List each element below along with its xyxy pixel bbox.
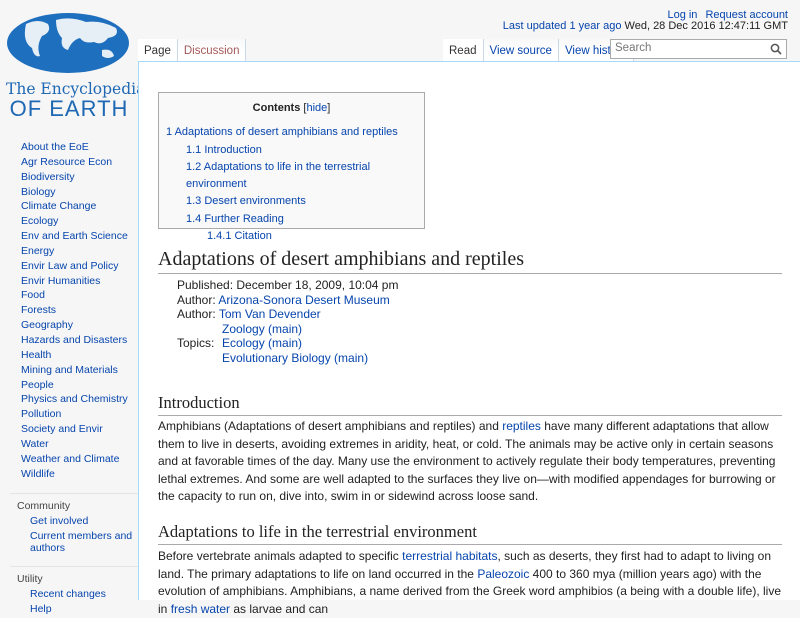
search-icon[interactable] xyxy=(770,43,782,55)
sidebar-item-recent-changes[interactable]: Recent changes xyxy=(10,588,140,600)
tab-read[interactable]: Read xyxy=(443,39,484,62)
sidebar-item-envir-law-and-policy[interactable]: Envir Law and Policy xyxy=(0,259,138,274)
published-date: Published: December 18, 2009, 10:04 pm xyxy=(177,278,399,292)
sidebar-item-envir-humanities[interactable]: Envir Humanities xyxy=(0,274,138,289)
utility-heading: Utility xyxy=(17,573,43,586)
site-logo[interactable]: The Encyclopedia OF EARTH xyxy=(6,12,145,121)
topics-label: Topics: xyxy=(177,335,215,350)
inline-link[interactable]: reptiles xyxy=(502,419,541,433)
sidebar-nav: About the EoE Agr Resource Econ Biodiversi… xyxy=(0,140,138,481)
inline-link[interactable]: fresh water xyxy=(171,602,230,616)
author-link[interactable]: Tom Van Devender xyxy=(219,307,321,321)
sidebar-item-get-involved[interactable]: Get involved xyxy=(10,515,140,527)
article-meta: Published: December 18, 2009, 10:04 pm A… xyxy=(177,278,398,365)
namespace-tabs: Page Discussion xyxy=(138,39,247,62)
sidebar-item-wildlife[interactable]: Wildlife xyxy=(0,467,138,482)
sidebar-item-weather-and-climate[interactable]: Weather and Climate xyxy=(0,452,138,467)
toc-item[interactable]: 1.3 Desert environments xyxy=(166,193,417,210)
inline-link[interactable]: terrestrial habitats xyxy=(402,549,497,563)
paragraph-text: Before vertebrate animals adapted to spe… xyxy=(158,549,403,563)
topic-link[interactable]: Ecology (main) xyxy=(222,336,368,351)
last-updated-date: Wed, 28 Dec 2016 12:47:11 GMT xyxy=(624,20,788,32)
search-placeholder: Search xyxy=(615,42,652,54)
toc-title: Contents xyxy=(252,102,301,114)
sidebar-item-water[interactable]: Water xyxy=(0,437,138,452)
toc-item[interactable]: 1.2 Adaptations to life in the terrestri… xyxy=(166,159,417,194)
sidebar-item-hazards-and-disasters[interactable]: Hazards and Disasters xyxy=(0,333,138,348)
tab-discussion[interactable]: Discussion xyxy=(177,39,247,62)
sidebar-item-forests[interactable]: Forests xyxy=(0,303,138,318)
author-label: Author: xyxy=(177,307,216,321)
content: Contents [hide] 1 Adaptations of desert … xyxy=(138,61,800,616)
section-heading-introduction: Introduction xyxy=(158,393,782,416)
logo-text-2: OF EARTH xyxy=(9,96,129,121)
toc-item[interactable]: 1 Adaptations of desert amphibians and r… xyxy=(166,124,417,141)
sidebar-item-society-and-envir[interactable]: Society and Envir xyxy=(0,422,138,437)
last-updated: Last updated 1 year ago Wed, 28 Dec 2016… xyxy=(503,20,788,32)
toc-item[interactable]: 1.4.1 Citation xyxy=(166,228,417,245)
paragraph-text: as larvae and can xyxy=(230,601,329,616)
topic-link[interactable]: Evolutionary Biology (main) xyxy=(222,351,368,366)
inline-link[interactable]: Paleozoic xyxy=(477,567,529,581)
community-heading: Community xyxy=(17,500,71,513)
author-label: Author: xyxy=(177,292,216,307)
sidebar-item-biodiversity[interactable]: Biodiversity xyxy=(0,170,138,185)
toc-item[interactable]: 1.1 Introduction xyxy=(166,142,417,159)
sidebar-item-energy[interactable]: Energy xyxy=(0,244,138,259)
sidebar-item-mining-and-materials[interactable]: Mining and Materials xyxy=(0,363,138,378)
toc-hide-link[interactable]: hide xyxy=(306,102,327,114)
sidebar-item-pollution[interactable]: Pollution xyxy=(0,407,138,422)
topic-link[interactable]: Zoology (main) xyxy=(222,322,368,337)
sidebar-item-about-the-eoe[interactable]: About the EoE xyxy=(0,140,138,155)
page-title: Adaptations of desert amphibians and rep… xyxy=(158,248,782,274)
sidebar-item-current-members[interactable]: Current members and authors xyxy=(10,530,140,554)
toc-item[interactable]: 1.4 Further Reading xyxy=(166,211,417,228)
sidebar-item-ecology[interactable]: Ecology xyxy=(0,214,138,229)
sidebar-item-food[interactable]: Food xyxy=(0,288,138,303)
tab-page[interactable]: Page xyxy=(138,39,178,62)
last-updated-label[interactable]: Last updated xyxy=(503,20,567,32)
table-of-contents: Contents [hide] 1 Adaptations of desert … xyxy=(158,92,425,242)
terrestrial-paragraph: Before vertebrate animals adapted to spe… xyxy=(158,548,784,618)
last-updated-ago[interactable]: 1 year ago xyxy=(569,20,621,32)
view-tabs: Read View source View history xyxy=(443,39,634,62)
sidebar-item-geography[interactable]: Geography xyxy=(0,318,138,333)
utility-portal: Utility Recent changes Help xyxy=(10,566,138,615)
sidebar-item-physics-and-chemistry[interactable]: Physics and Chemistry xyxy=(0,392,138,407)
sidebar: About the EoE Agr Resource Econ Biodiversi… xyxy=(0,140,138,618)
tab-view-source[interactable]: View source xyxy=(483,39,559,62)
paragraph-text: Amphibians (Adaptations of desert amphib… xyxy=(158,419,503,433)
author-link[interactable]: Arizona-Sonora Desert Museum xyxy=(218,293,389,307)
sidebar-item-env-and-earth-science[interactable]: Env and Earth Science xyxy=(0,229,138,244)
section-heading-terrestrial: Adaptations to life in the terrestrial e… xyxy=(158,522,782,545)
globe-icon xyxy=(7,13,129,73)
community-portal: Community Get involved Current members a… xyxy=(10,493,138,554)
search-input[interactable]: Search xyxy=(610,39,787,59)
sidebar-item-people[interactable]: People xyxy=(0,378,138,393)
introduction-paragraph: Amphibians (Adaptations of desert amphib… xyxy=(158,418,784,506)
sidebar-item-climate-change[interactable]: Climate Change xyxy=(0,199,138,214)
sidebar-item-biology[interactable]: Biology xyxy=(0,185,138,200)
sidebar-item-help[interactable]: Help xyxy=(10,603,140,615)
sidebar-item-agr-resource-econ[interactable]: Agr Resource Econ xyxy=(0,155,138,170)
sidebar-item-health[interactable]: Health xyxy=(0,348,138,363)
